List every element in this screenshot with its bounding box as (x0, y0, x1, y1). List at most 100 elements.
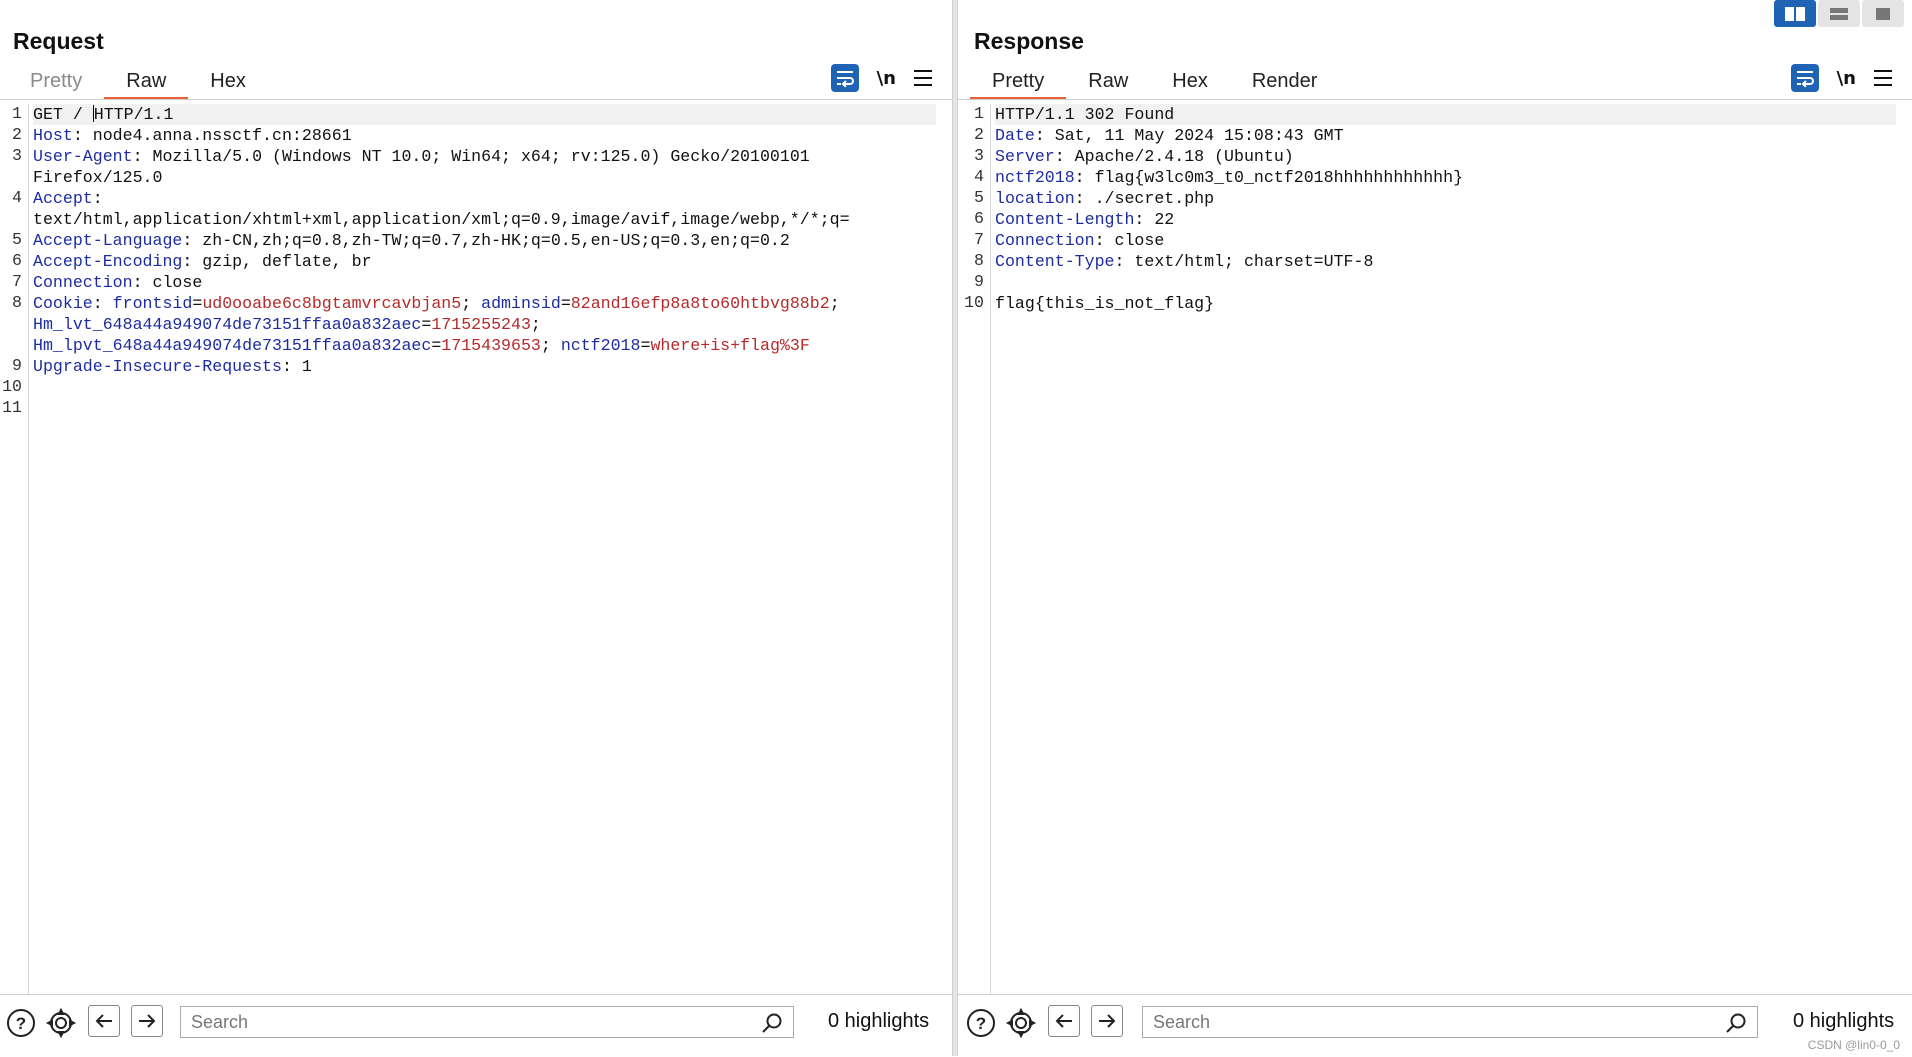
magnifier-icon (762, 1013, 782, 1033)
split-columns-button[interactable] (1774, 0, 1816, 27)
line-number: 1 (12, 104, 22, 123)
response-tab-pretty[interactable]: Pretty (970, 66, 1067, 100)
response-line-9: 9 (974, 272, 1896, 293)
request-help-button[interactable]: ? (4, 1006, 38, 1040)
response-tab-render[interactable]: Render (1230, 66, 1340, 100)
line-number: 6 (12, 251, 22, 270)
status-line: HTTP/1.1 302 Found (995, 105, 1175, 124)
request-line-4: 4 Accept: text/html,application/xhtml+xm… (12, 188, 936, 230)
header-value: node4.anna.nssctf.cn:28661 (82, 126, 352, 145)
request-previous-button[interactable] (88, 1005, 120, 1037)
request-tabs: Pretty Raw Hex (8, 66, 268, 100)
cookie-value: where+is+flag%3F (650, 336, 810, 355)
response-highlights-count: 0 highlights (1793, 1010, 1895, 1032)
split-rows-button[interactable] (1818, 0, 1860, 27)
response-menu-icon[interactable] (1874, 70, 1892, 86)
line-number: 2 (12, 125, 22, 144)
response-line-4: 4 nctf2018: flag{w3lc0m3_t0_nctf2018hhhh… (974, 167, 1896, 188)
line-number: 8 (974, 251, 984, 270)
request-line-11: 11 (2, 398, 936, 419)
header-value-wrap: Firefox/125.0 (33, 168, 163, 187)
search-icon[interactable] (1725, 1012, 1747, 1039)
response-search-input[interactable] (1143, 1007, 1704, 1037)
response-tab-raw[interactable]: Raw (1066, 66, 1150, 100)
split-rows-icon (1830, 7, 1848, 20)
header-value: Mozilla/5.0 (Windows NT 10.0; Win64; x64… (142, 147, 810, 166)
request-line-text: HTTP/1.1 (93, 105, 174, 124)
response-next-button[interactable] (1091, 1005, 1123, 1037)
response-help-button[interactable]: ? (964, 1006, 998, 1040)
line-number: 11 (2, 398, 22, 417)
response-previous-button[interactable] (1048, 1005, 1080, 1037)
request-tab-hex[interactable]: Hex (188, 66, 268, 100)
cookie-value: 1715439653 (441, 336, 541, 355)
header-value-wrap: text/html,application/xhtml+xml,applicat… (33, 210, 850, 229)
single-tab-button[interactable] (1862, 0, 1904, 27)
request-search-input[interactable] (181, 1007, 740, 1037)
header-value: zh-CN,zh;q=0.8,zh-TW;q=0.7,zh-HK;q=0.5,e… (192, 231, 790, 250)
line-number: 4 (974, 167, 984, 186)
response-line-5: 5 location: ./secret.php (974, 188, 1896, 209)
request-line-1: 1 GET / HTTP/1.1 (12, 104, 936, 125)
wrap-lines-icon (836, 71, 854, 87)
line-number: 5 (974, 188, 984, 207)
header-name: Connection (33, 273, 133, 292)
cookie-value: 1715255243 (431, 315, 531, 334)
arrow-left-icon (1055, 1014, 1072, 1028)
response-code[interactable]: 1 HTTP/1.1 302 Found 2 Date: Sat, 11 May… (964, 104, 1896, 994)
header-name: Connection (995, 231, 1095, 250)
request-menu-icon[interactable] (914, 70, 932, 86)
request-next-button[interactable] (131, 1005, 163, 1037)
header-value: 22 (1144, 210, 1175, 229)
request-pane: Request Pretty Raw Hex \n 1 GET / HTTP/1… (0, 0, 952, 1056)
request-line-7: 7 Connection: close (12, 272, 936, 293)
request-editor[interactable]: 1 GET / HTTP/1.1 2 Host: node4.anna.nssc… (0, 104, 952, 994)
request-code[interactable]: 1 GET / HTTP/1.1 2 Host: node4.anna.nssc… (2, 104, 936, 994)
header-name: Host (33, 126, 73, 145)
header-value: close (1104, 231, 1165, 250)
response-line-2: 2 Date: Sat, 11 May 2024 15:08:43 GMT (974, 125, 1896, 146)
header-value: flag{w3lc0m3_t0_nctf2018hhhhhhhhhhhh} (1084, 168, 1464, 187)
request-show-newlines-button[interactable]: \n (877, 68, 896, 89)
line-number: 3 (974, 146, 984, 165)
response-tab-hex[interactable]: Hex (1150, 66, 1230, 100)
line-number: 10 (964, 293, 984, 312)
line-number: 8 (12, 293, 22, 312)
request-line-8: 8 Cookie: frontsid=ud0ooabe6c8bgtamvrcav… (12, 293, 936, 356)
cookie-value: 82and16efp8a8to60htbvg88b2 (570, 294, 830, 313)
header-value: gzip, deflate, br (192, 252, 372, 271)
response-wrap-lines-button[interactable] (1790, 64, 1819, 92)
request-line-6: 6 Accept-Encoding: gzip, deflate, br (12, 251, 936, 272)
response-show-newlines-button[interactable]: \n (1837, 68, 1856, 89)
request-highlights-count: 0 highlights (828, 1010, 930, 1032)
request-wrap-lines-button[interactable] (830, 64, 859, 92)
header-value: ./secret.php (1084, 189, 1215, 208)
response-settings-button[interactable] (1004, 1006, 1038, 1040)
request-settings-button[interactable] (44, 1006, 78, 1040)
request-tab-raw[interactable]: Raw (104, 66, 189, 100)
line-number: 7 (974, 230, 984, 249)
wrap-lines-icon (1796, 71, 1814, 87)
response-editor-tools: \n (1790, 64, 1892, 92)
line-number: 9 (12, 356, 22, 375)
header-name: Server (995, 147, 1055, 166)
response-editor[interactable]: 1 HTTP/1.1 302 Found 2 Date: Sat, 11 May… (958, 104, 1912, 994)
response-search-box (1142, 1006, 1758, 1038)
request-search-box (180, 1006, 794, 1038)
header-name: Upgrade-Insecure-Requests (33, 357, 282, 376)
request-tab-divider (0, 99, 952, 100)
search-icon[interactable] (761, 1012, 783, 1039)
response-line-3: 3 Server: Apache/2.4.18 (Ubuntu) (974, 146, 1896, 167)
request-tab-pretty[interactable]: Pretty (8, 66, 104, 100)
response-tab-divider (958, 99, 1912, 100)
arrow-right-icon (1099, 1014, 1116, 1028)
response-bottom-bar: ? Search 0 highlights (958, 994, 1912, 1057)
watermark: CSDN @lin0-0_0 (1807, 1038, 1900, 1052)
header-value: Sat, 11 May 2024 15:08:43 GMT (1044, 126, 1344, 145)
header-value: close (142, 273, 203, 292)
response-line-6: 6 Content-Length: 22 (974, 209, 1896, 230)
response-title: Response (974, 28, 1084, 54)
request-line-5: 5 Accept-Language: zh-CN,zh;q=0.8,zh-TW;… (12, 230, 936, 251)
help-icon: ? (967, 1009, 995, 1037)
header-name: location (995, 189, 1075, 208)
